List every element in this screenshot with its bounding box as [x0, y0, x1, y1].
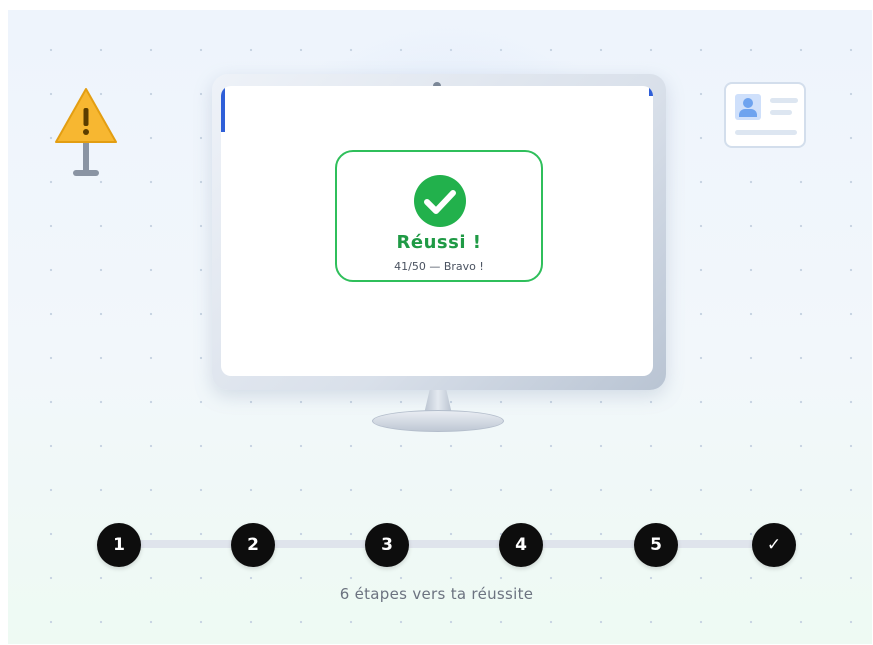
success-title: Réussi !: [396, 232, 482, 253]
step-1[interactable]: 1: [97, 523, 141, 567]
check-circle-icon: [414, 175, 466, 227]
id-card-photo: [735, 94, 761, 120]
step-5[interactable]: 5: [634, 523, 678, 567]
monitor-base: [372, 410, 504, 432]
stepper-caption: 6 étapes vers ta réussite: [339, 585, 534, 603]
step-4[interactable]: 4: [499, 523, 543, 567]
step-complete[interactable]: ✓: [752, 523, 796, 567]
step-3[interactable]: 3: [365, 523, 409, 567]
score-text: 41/50 — Bravo !: [394, 260, 484, 273]
warning-sign-icon: [55, 88, 117, 176]
step-2[interactable]: 2: [231, 523, 275, 567]
id-card-icon: [724, 82, 806, 148]
success-card: Réussi ! 41/50 — Bravo !: [335, 150, 543, 282]
